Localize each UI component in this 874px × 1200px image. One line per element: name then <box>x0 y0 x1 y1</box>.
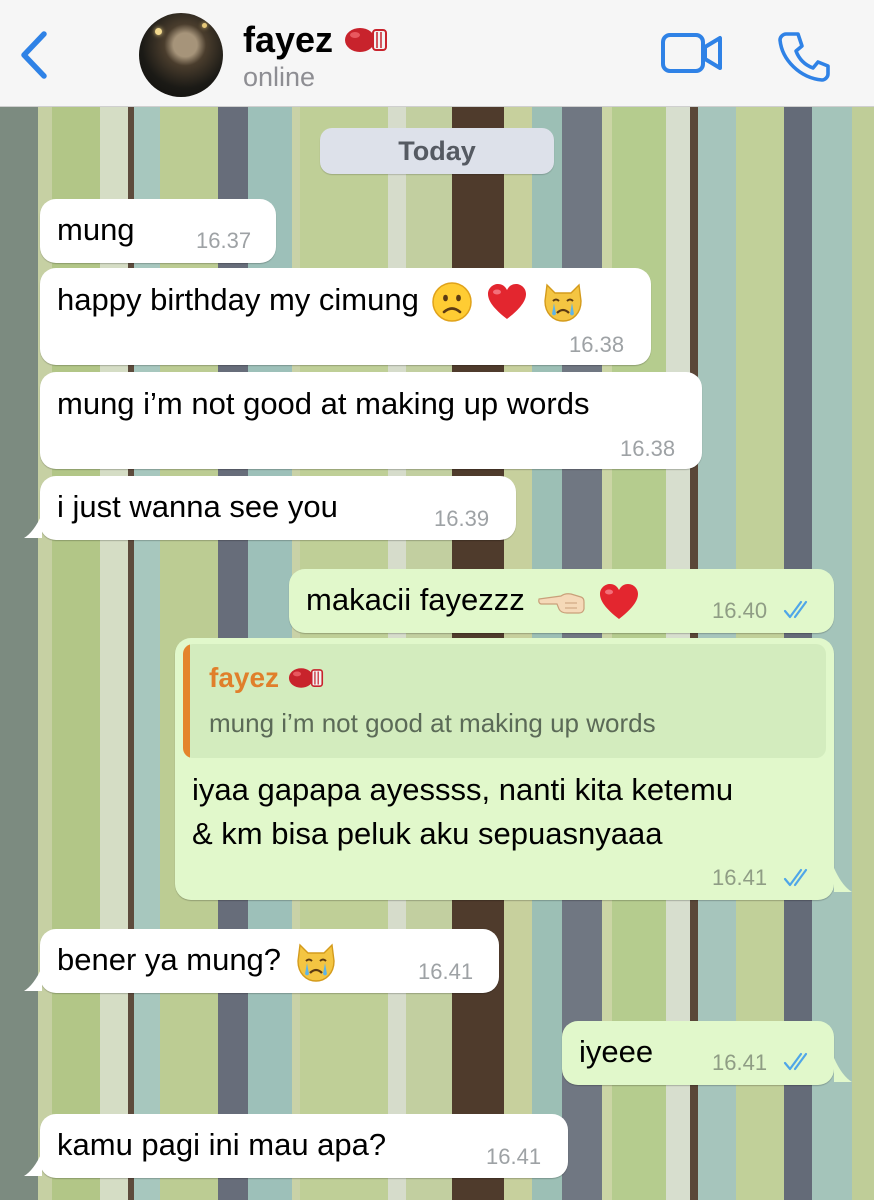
incoming-message[interactable]: happy birthday my cimung 16.38 <box>40 268 651 365</box>
outgoing-message[interactable]: iyeee 16.41 <box>562 1021 834 1085</box>
crying-cat-icon <box>296 943 335 982</box>
bubble-tail <box>834 868 852 892</box>
video-camera-icon <box>661 33 722 73</box>
incoming-message[interactable]: mung 16.37 <box>40 199 276 263</box>
message-time: 16.39 <box>434 506 490 531</box>
message-text: mung i’m not good at making up words <box>57 386 590 421</box>
outgoing-message[interactable]: makacii fayezzz 16.40 <box>289 569 834 633</box>
incoming-message[interactable]: i just wanna see you 16.39 <box>40 476 516 540</box>
read-receipt-icon <box>783 1052 808 1071</box>
message-text: bener ya mung? <box>57 942 282 977</box>
read-receipt-icon <box>783 868 808 887</box>
message-time: 16.41 <box>712 1050 768 1075</box>
crying-cat-icon <box>544 283 582 322</box>
message-text-line: & km bisa peluk aku sepuasnyaaa <box>192 816 663 851</box>
message-time: 16.41 <box>418 959 474 984</box>
quote-author-row: fayez <box>209 662 325 694</box>
quoted-message[interactable]: fayez mung i’m not good at making up wor… <box>183 644 826 758</box>
message-time: 16.41 <box>486 1144 542 1169</box>
bubble-tail <box>24 514 42 538</box>
boxing-glove-icon <box>288 668 324 688</box>
message-text: happy birthday my cimung <box>57 282 419 317</box>
boxing-glove-icon <box>345 28 388 52</box>
red-heart-icon <box>488 283 527 319</box>
avatar[interactable] <box>139 13 223 97</box>
date-divider: Today <box>320 128 554 174</box>
quote-text: mung i’m not good at making up words <box>209 708 656 738</box>
voice-call-button[interactable] <box>778 30 830 82</box>
back-button[interactable] <box>14 26 58 84</box>
message-text: iyeee <box>579 1034 654 1069</box>
bubble-tail <box>834 1058 852 1082</box>
quote-author: fayez <box>209 662 280 693</box>
message-time: 16.38 <box>569 332 625 357</box>
message-text: i just wanna see you <box>57 489 338 524</box>
message-text: kamu pagi ini mau apa? <box>57 1127 387 1162</box>
message-text-row: makacii fayezzz <box>306 580 640 622</box>
incoming-message[interactable]: kamu pagi ini mau apa? 16.41 <box>40 1114 568 1178</box>
message-text-line: iyaa gapapa ayessss, nanti kita ketemu <box>192 772 734 807</box>
bubble-tail <box>24 967 42 991</box>
outgoing-reply-message[interactable]: fayez mung i’m not good at making up wor… <box>175 638 834 900</box>
bubble-tail <box>24 1152 42 1176</box>
chat-header: fayez online <box>0 0 874 107</box>
phone-icon <box>778 32 830 82</box>
message-text-row: happy birthday my cimung <box>57 280 585 323</box>
read-receipt-icon <box>783 600 808 619</box>
message-time: 16.38 <box>620 436 676 461</box>
incoming-message[interactable]: bener ya mung? 16.41 <box>40 929 499 993</box>
contact-name: fayez <box>243 19 334 60</box>
video-call-button[interactable] <box>660 30 724 76</box>
frowning-face-icon <box>432 282 473 322</box>
message-time: 16.40 <box>712 598 768 623</box>
red-heart-icon <box>600 583 639 619</box>
message-text-row: bener ya mung? <box>57 940 338 983</box>
message-time: 16.41 <box>712 865 768 890</box>
incoming-message[interactable]: mung i’m not good at making up words 16.… <box>40 372 702 469</box>
contact-status: online <box>243 62 316 92</box>
quote-bar <box>183 644 190 758</box>
message-text: mung <box>57 212 135 247</box>
message-text: makacii fayezzz <box>306 582 525 617</box>
message-time: 16.37 <box>196 228 252 253</box>
pointing-left-hand-icon <box>538 592 586 614</box>
chevron-left-icon <box>21 31 47 79</box>
contact-name-row[interactable]: fayez <box>243 18 389 62</box>
